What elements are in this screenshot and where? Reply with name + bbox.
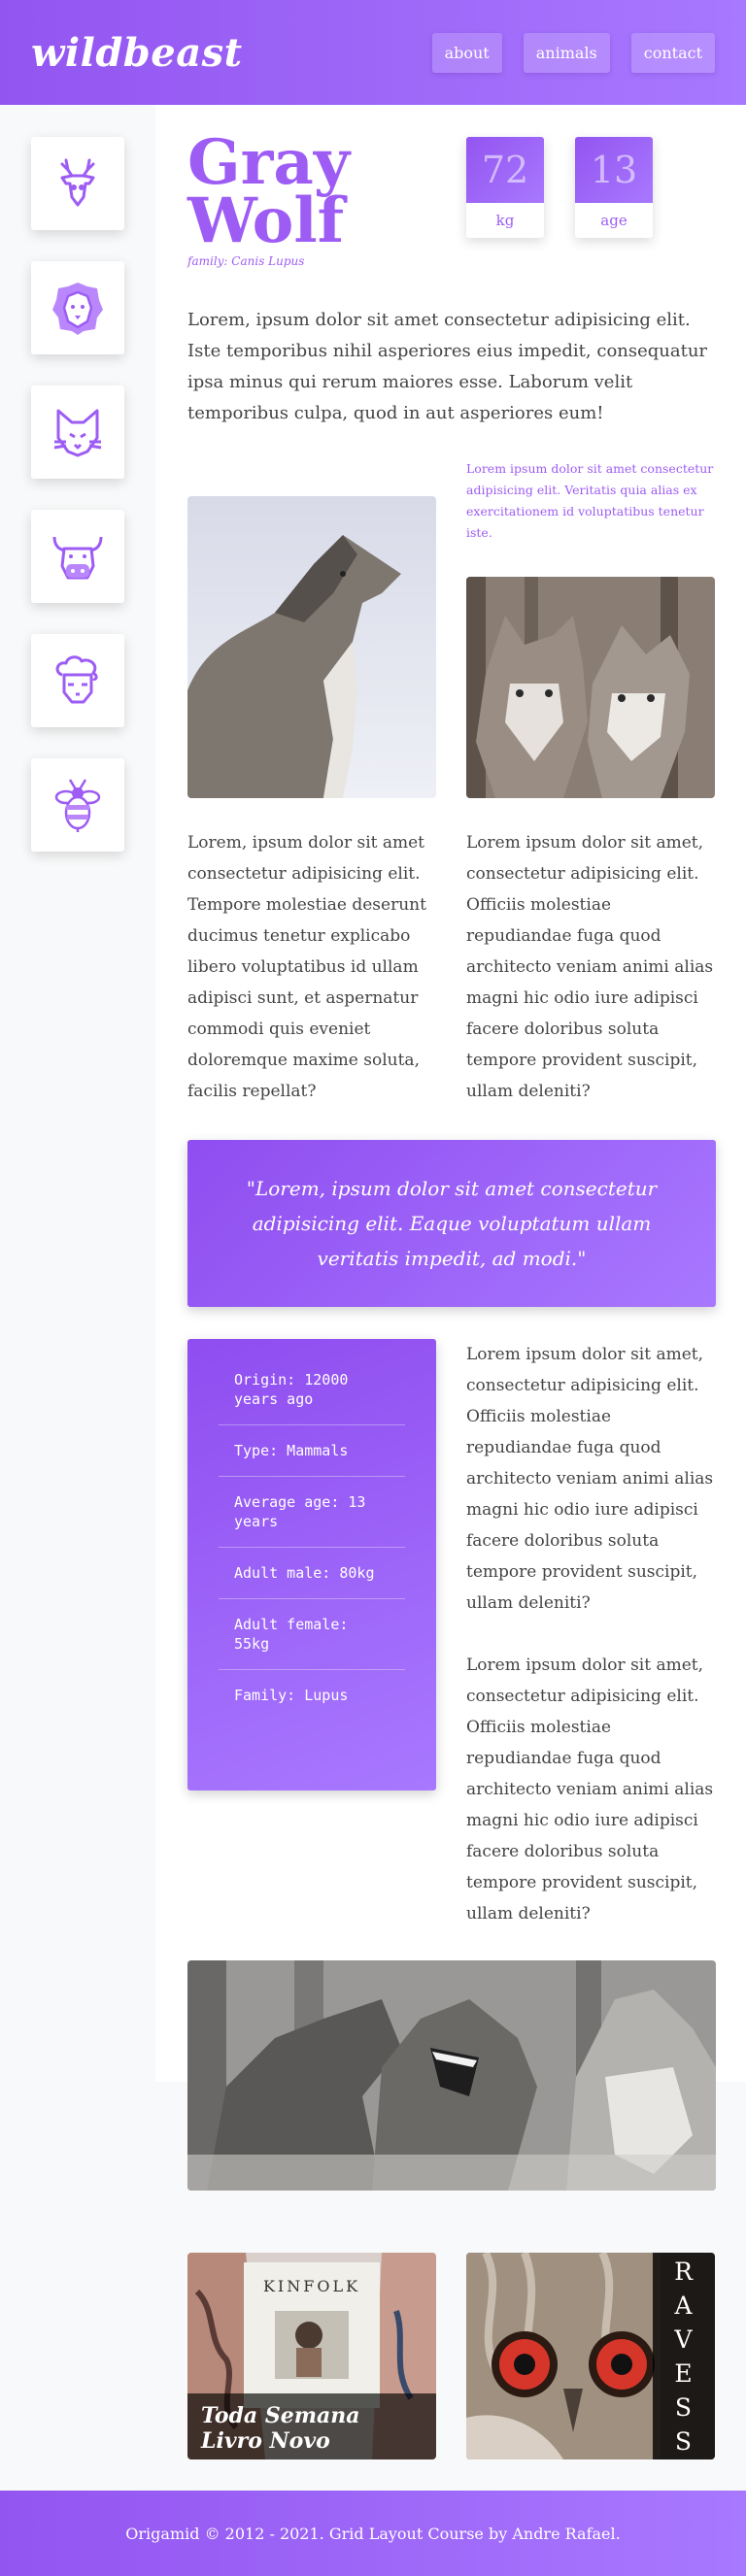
- promo-letter: R: [674, 2257, 694, 2286]
- nav-animals-link[interactable]: animals: [523, 32, 610, 73]
- paragraph-right: Lorem ipsum dolor sit amet, consectetur …: [466, 833, 714, 1101]
- facts-card: Origin: 12000 years ago Type: Mammals Av…: [187, 1339, 436, 1790]
- sidebar-item-cat[interactable]: [31, 385, 124, 479]
- footer-text: Origamid © 2012 - 2021. Grid Layout Cour…: [125, 2524, 621, 2543]
- fact-adult-male: Adult male: 80kg: [219, 1548, 405, 1599]
- promo-letter: S: [674, 2392, 694, 2422]
- howling-wolf-photo: [187, 496, 436, 798]
- bee-icon: [54, 779, 101, 832]
- nav-about-link[interactable]: about: [431, 32, 502, 73]
- paragraph-facts-1: Lorem ipsum dolor sit amet, consectetur …: [466, 1345, 714, 1613]
- promo-caption-line-1: Toda Semana: [201, 2403, 360, 2428]
- promo-letter: A: [674, 2291, 694, 2320]
- fact-origin: Origin: 12000 years ago: [219, 1370, 405, 1425]
- title-line-2: Wolf: [187, 184, 345, 257]
- promo-owl-vertical-title: T R A V E S S A: [653, 2253, 715, 2459]
- fact-type: Type: Mammals: [219, 1425, 405, 1477]
- animal-sidebar: [31, 137, 124, 883]
- promo-letter: V: [674, 2325, 694, 2354]
- lion-icon: [52, 283, 103, 335]
- promo-letter: E: [674, 2359, 694, 2388]
- two-wolves-photo: [466, 577, 715, 798]
- sidebar-item-sheep[interactable]: [31, 634, 124, 727]
- stat-age-label: age: [600, 212, 627, 229]
- main-nav: about animals contact: [431, 32, 715, 73]
- deer-icon: [60, 158, 95, 207]
- sidebar-item-lion[interactable]: [31, 261, 124, 354]
- family-label: family: Canis Lupus: [187, 254, 305, 268]
- fact-average-age: Average age: 13 years: [219, 1477, 405, 1548]
- promo-card-book[interactable]: KINFOLK Toda Semana Livro Novo: [187, 2253, 436, 2459]
- bull-icon: [52, 536, 103, 580]
- sidebar-item-deer[interactable]: [31, 137, 124, 230]
- paragraph-left: Lorem, ipsum dolor sit amet consectetur …: [187, 833, 426, 1101]
- sidebar-item-bull[interactable]: [31, 510, 124, 603]
- stat-age-value: 13: [575, 137, 653, 203]
- page-title: Gray Wolf: [187, 132, 350, 252]
- sidebar-item-bee[interactable]: [31, 758, 124, 852]
- cat-icon: [53, 409, 102, 457]
- promo-book-caption: Toda Semana Livro Novo: [187, 2393, 436, 2459]
- stat-weight-value: 72: [466, 137, 544, 203]
- side-note: Lorem ipsum dolor sit amet consectetur a…: [466, 461, 714, 540]
- paragraph-facts-2: Lorem ipsum dolor sit amet, consectetur …: [466, 1656, 714, 1924]
- site-footer: Origamid © 2012 - 2021. Grid Layout Cour…: [0, 2491, 746, 2576]
- pull-quote: "Lorem, ipsum dolor sit amet consectetur…: [187, 1140, 716, 1307]
- fact-family: Family: Lupus: [234, 1687, 349, 1704]
- intro-paragraph: Lorem, ipsum dolor sit amet consectetur …: [187, 310, 708, 423]
- site-logo[interactable]: wildbeast: [31, 30, 243, 76]
- fact-adult-female: Adult female: 55kg: [219, 1599, 405, 1670]
- nav-contact-link[interactable]: contact: [630, 32, 715, 73]
- book-title: KINFOLK: [263, 2277, 360, 2295]
- promo-caption-line-2: Livro Novo: [201, 2428, 330, 2454]
- stat-weight-label: kg: [495, 212, 515, 229]
- site-header: wildbeast about animals contact: [0, 0, 746, 105]
- promo-letter: S: [674, 2426, 694, 2456]
- promo-card-owl[interactable]: T R A V E S S A: [466, 2253, 715, 2459]
- sheep-icon: [55, 655, 98, 704]
- stat-card-weight: 72 kg: [466, 137, 544, 238]
- stat-card-age: 13 age: [575, 137, 653, 238]
- wolf-pack-photo: [187, 1960, 716, 2191]
